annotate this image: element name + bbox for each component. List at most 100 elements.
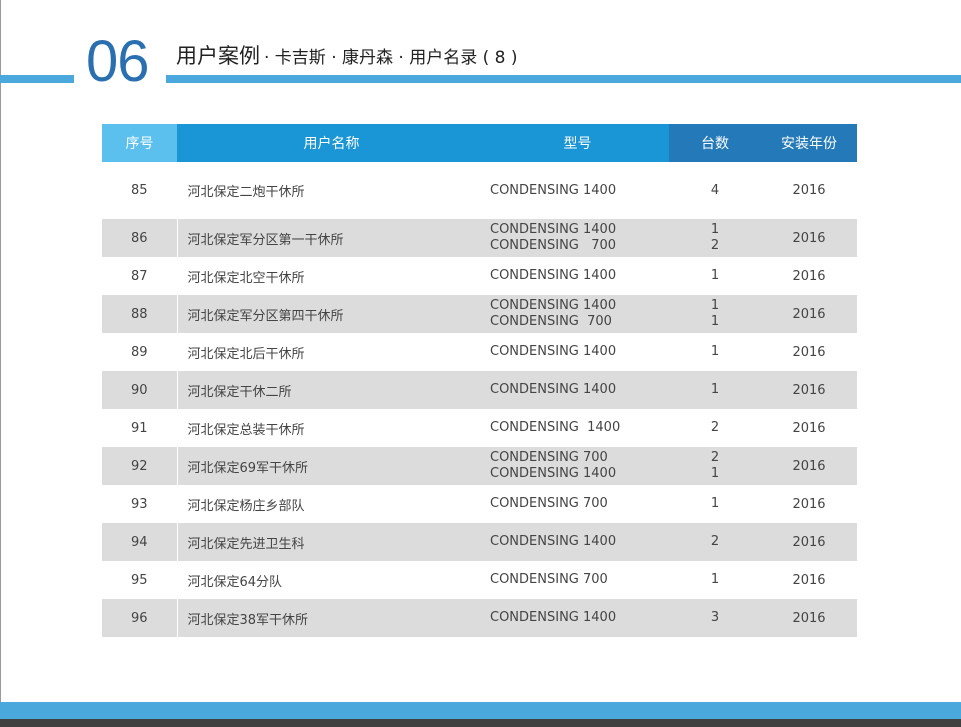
page-left-border: [0, 0, 1, 727]
cell-year: 2016: [792, 496, 826, 512]
table-row: 94 河北保定先进卫生科 CONDENSING 1400 2 2016: [102, 523, 857, 561]
model-line: CONDENSING 1400: [490, 382, 617, 397]
cell-no: 91: [102, 409, 178, 447]
cell-name: 河北保定军分区第四干休所: [177, 295, 486, 333]
column-header-no: 序号: [102, 124, 177, 162]
cell-model: CONDENSING 1400: [486, 409, 669, 447]
model-line: CONDENSING 1400: [490, 610, 617, 625]
qty-line: 1: [710, 382, 720, 397]
model-line: CONDENSING 1400: [490, 268, 617, 283]
cell-qty: 21: [669, 447, 761, 485]
table-row: 95 河北保定64分队 CONDENSING 700 1 2016: [102, 561, 857, 599]
column-header-name: 用户名称: [177, 124, 486, 162]
cell-model: CONDENSING 1400: [486, 371, 669, 409]
title-subtitle: · 卡吉斯 · 康丹森 · 用户名录 ( 8 ): [264, 48, 518, 68]
cell-model: CONDENSING 1400: [486, 599, 669, 637]
qty-line: 4: [710, 182, 720, 198]
model-line: CONDENSING 700: [490, 314, 612, 329]
cell-model: CONDENSING 1400 CONDENSING 700: [486, 295, 669, 333]
column-header-year: 安装年份: [761, 124, 857, 162]
cell-year: 2016: [792, 572, 826, 588]
cell-model: CONDENSING 700: [486, 561, 669, 599]
cell-qty: 12: [669, 219, 761, 257]
cell-no: 90: [102, 371, 178, 409]
cell-name: 河北保定69军干休所: [177, 447, 486, 485]
table-row: 88 河北保定军分区第四干休所 CONDENSING 1400 CONDENSING …: [102, 295, 857, 333]
qty-line: 1: [710, 572, 720, 587]
cell-no: 92: [102, 447, 178, 485]
cell-qty: 1: [669, 485, 761, 523]
customer-table: 序号 用户名称 型号 台数 安装年份 85 河北保定二炮干休所 CONDENSING…: [102, 124, 858, 637]
footer-dark-strip: [0, 719, 961, 727]
model-line: CONDENSING 1400: [490, 344, 617, 359]
cell-year: 2016: [792, 183, 826, 198]
cell-no: 88: [102, 295, 178, 333]
qty-line: 1: [710, 268, 720, 283]
table-row: 85 河北保定二炮干休所 CONDENSING 1400 4 2016: [102, 162, 857, 219]
cell-no: 85: [102, 162, 178, 219]
qty-line: 1: [710, 496, 720, 511]
header-accent-bar-right: [166, 75, 961, 83]
qty-line: 1: [710, 466, 720, 481]
cell-qty: 1: [669, 257, 761, 295]
table-row: 92 河北保定69军干休所 CONDENSING 700 CONDENSING 140…: [102, 447, 857, 485]
cell-no: 94: [102, 523, 178, 561]
table-header-row: 序号 用户名称 型号 台数 安装年份: [102, 124, 857, 162]
cell-year: 2016: [761, 523, 857, 561]
table-row: 89 河北保定北后干休所 CONDENSING 1400 1 2016: [102, 333, 857, 371]
table-row: 87 河北保定北空干休所 CONDENSING 1400 1 2016: [102, 257, 857, 295]
cell-year: 2016: [761, 371, 857, 409]
cell-no: 86: [102, 219, 178, 257]
cell-no: 93: [102, 485, 178, 523]
cell-model: CONDENSING 700 CONDENSING 1400: [486, 447, 669, 485]
table-row: 86 河北保定军分区第一干休所 CONDENSING 1400 CONDENSING …: [102, 219, 857, 257]
cell-name: 河北保定干休二所: [177, 371, 486, 409]
table-row: 90 河北保定干休二所 CONDENSING 1400 1 2016: [102, 371, 857, 409]
qty-line: 2: [710, 238, 720, 253]
qty-line: 3: [710, 610, 720, 625]
model-line: CONDENSING 700: [490, 450, 608, 465]
cell-qty: 1: [669, 333, 761, 371]
cell-year: 2016: [761, 599, 857, 637]
model-line: CONDENSING 1400: [490, 420, 621, 435]
cell-year: 2016: [761, 447, 857, 485]
title-main: 用户案例: [176, 44, 260, 68]
cell-year: 2016: [792, 344, 826, 360]
cell-model: CONDENSING 1400: [486, 257, 669, 295]
cell-name: 河北保定杨庄乡部队: [187, 498, 305, 514]
cell-model: CONDENSING 1400: [486, 523, 669, 561]
cell-model: CONDENSING 1400: [486, 333, 669, 371]
model-line: CONDENSING 1400: [490, 466, 617, 481]
cell-name: 河北保定北后干休所: [187, 346, 305, 362]
header-accent-bar-left: [0, 75, 74, 83]
column-header-model: 型号: [486, 124, 669, 162]
cell-name: 河北保定38军干休所: [177, 599, 486, 637]
model-line: CONDENSING 700: [490, 572, 608, 587]
cell-qty: 1: [669, 371, 761, 409]
qty-line: 1: [710, 222, 720, 237]
cell-model: CONDENSING 1400 CONDENSING 700: [486, 219, 669, 257]
cell-qty: 1: [669, 561, 761, 599]
cell-qty: 11: [669, 295, 761, 333]
table-row: 91 河北保定总装干休所 CONDENSING 1400 2 2016: [102, 409, 857, 447]
cell-year: 2016: [761, 219, 857, 257]
cell-no: 96: [102, 599, 178, 637]
cell-model: CONDENSING 1400: [486, 162, 669, 219]
model-line: CONDENSING 1400: [490, 222, 617, 237]
cell-no: 95: [102, 561, 178, 599]
cell-year: 2016: [792, 268, 826, 284]
model-line: CONDENSING 700: [490, 238, 617, 253]
footer-accent-bar: [0, 702, 961, 719]
cell-qty: 2: [669, 409, 761, 447]
cell-year: 2016: [792, 420, 826, 436]
qty-line: 1: [710, 344, 720, 359]
qty-line: 1: [710, 298, 720, 313]
qty-line: 2: [710, 420, 720, 435]
cell-name: 河北保定先进卫生科: [177, 523, 486, 561]
qty-line: 2: [710, 450, 720, 465]
cell-name: 河北保定总装干休所: [187, 422, 305, 438]
table-row: 93 河北保定杨庄乡部队 CONDENSING 700 1 2016: [102, 485, 857, 523]
cell-qty: 3: [669, 599, 761, 637]
page-title: 用户案例 · 卡吉斯 · 康丹森 · 用户名录 ( 8 ): [176, 40, 518, 72]
model-line: CONDENSING 1400: [490, 534, 617, 549]
